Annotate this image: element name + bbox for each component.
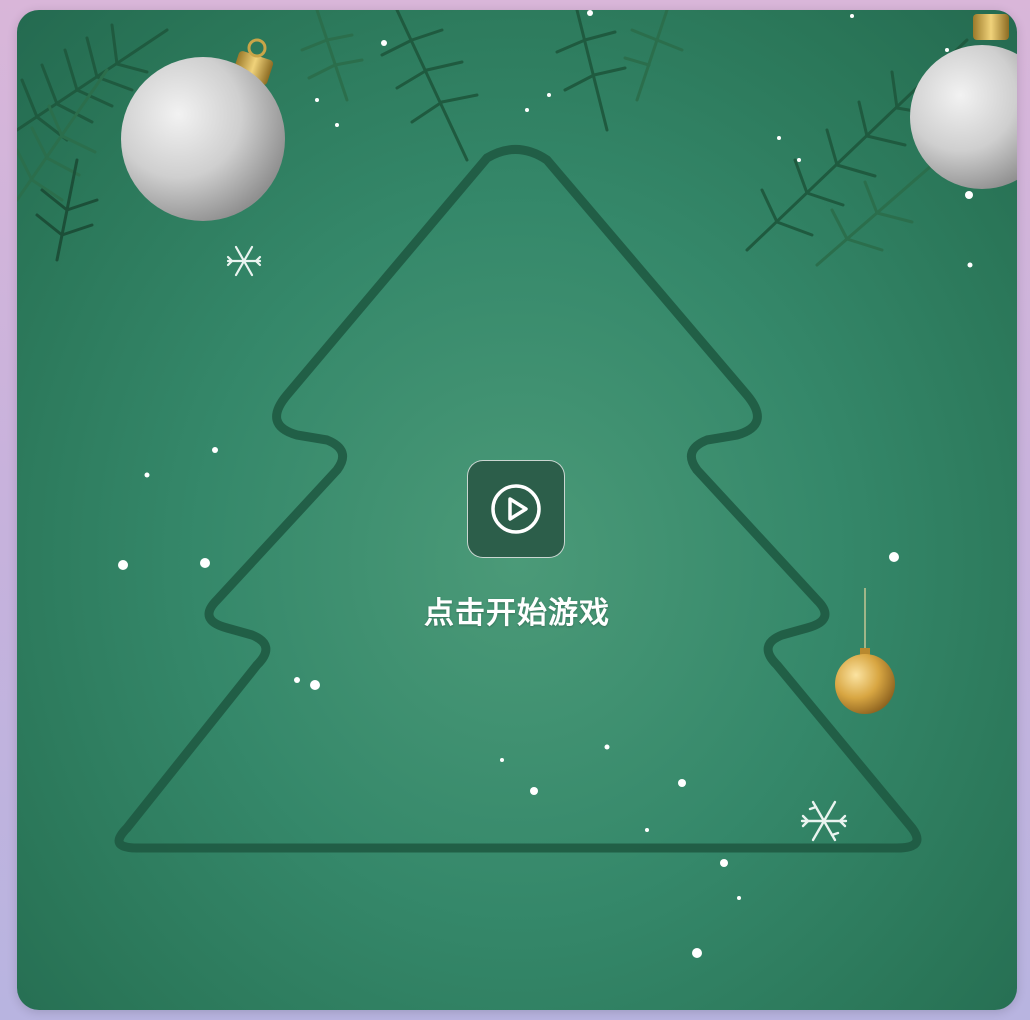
snowflake-icon [800, 800, 848, 842]
ornament-icon [121, 38, 285, 221]
play-button[interactable] [467, 460, 565, 558]
start-game-label[interactable]: 点击开始游戏 [317, 588, 717, 632]
play-circle-icon [491, 484, 541, 534]
ornament-icon [835, 588, 895, 714]
game-card[interactable]: 点击开始游戏 [17, 10, 1017, 1010]
snowflake-icon [226, 245, 262, 277]
ornament-icon [910, 14, 1017, 189]
pine-branch-icon [300, 10, 684, 162]
